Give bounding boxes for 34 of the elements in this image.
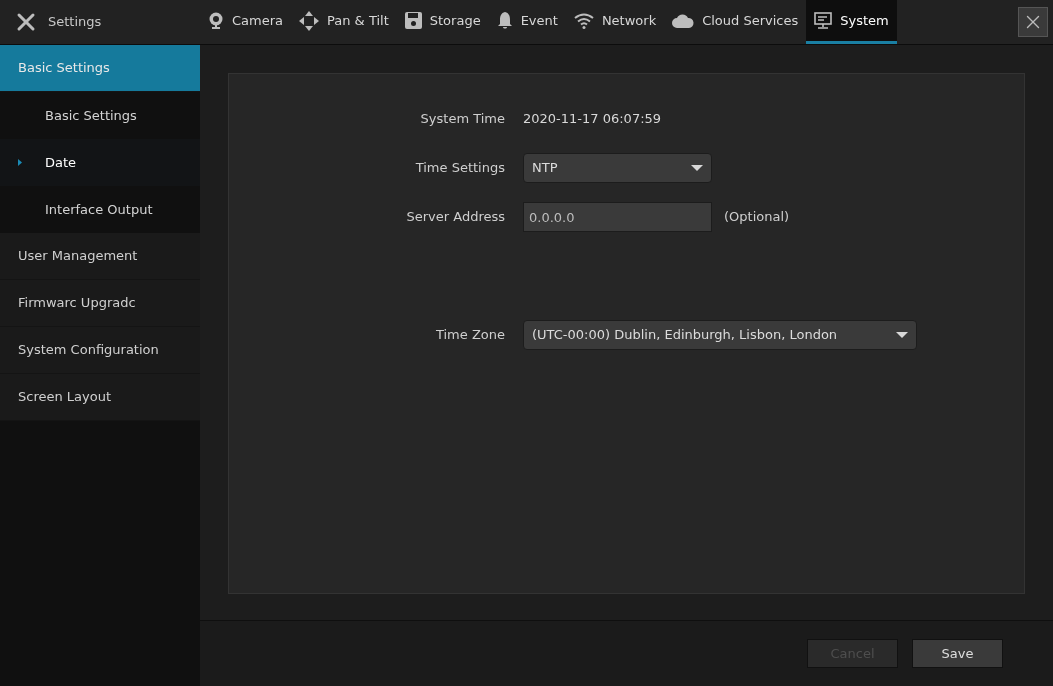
- caret-down-icon: [896, 332, 908, 338]
- optional-hint: (Optional): [724, 208, 790, 227]
- nav-tab[interactable]: Camera: [200, 0, 292, 44]
- bell-icon: [496, 11, 513, 30]
- settings-title: Settings: [48, 13, 102, 32]
- caret-down-icon: [691, 165, 703, 171]
- sidebar-subitem[interactable]: Date: [0, 139, 200, 186]
- nav-tab[interactable]: System: [806, 0, 897, 44]
- sidebar-item[interactable]: User Management: [0, 233, 200, 280]
- footer-button[interactable]: Save: [912, 639, 1003, 668]
- field-label: Time Zone: [434, 326, 505, 345]
- cloud-icon: [672, 13, 695, 28]
- nav-tab[interactable]: Pan & Tilt: [291, 0, 397, 44]
- dropdown[interactable]: (UTC-00:00) Dublin, Edinburgh, Lisbon, London: [523, 320, 917, 350]
- close-button[interactable]: [1018, 7, 1048, 37]
- sidebar-item[interactable]: Basic Settings: [0, 45, 200, 92]
- sidebar-item[interactable]: Screen Layout: [0, 374, 200, 421]
- nav-tab[interactable]: Cloud Services: [664, 0, 807, 44]
- field-label: Time Settings: [414, 159, 505, 178]
- webcam-icon: [208, 11, 224, 30]
- nav-tab[interactable]: Network: [565, 0, 665, 44]
- wifi-icon: [573, 12, 594, 29]
- field-label: System Time: [419, 110, 505, 129]
- dropdown[interactable]: NTP: [523, 153, 712, 183]
- pointer-icon: [18, 159, 22, 166]
- nav-tab[interactable]: Storage: [396, 0, 489, 44]
- sidebar-item[interactable]: Firmwarc Upgradc: [0, 280, 200, 327]
- monitor-icon: [814, 11, 833, 30]
- server-address-field[interactable]: 0.0.0.0: [523, 202, 712, 232]
- sidebar-item[interactable]: System Configuration: [0, 327, 200, 374]
- system-time-value: 2020-11-17 06:07:59: [523, 110, 662, 129]
- four-arrows-icon: [299, 10, 320, 31]
- field-label: Server Address: [405, 208, 505, 227]
- nav-tab[interactable]: Event: [488, 0, 566, 44]
